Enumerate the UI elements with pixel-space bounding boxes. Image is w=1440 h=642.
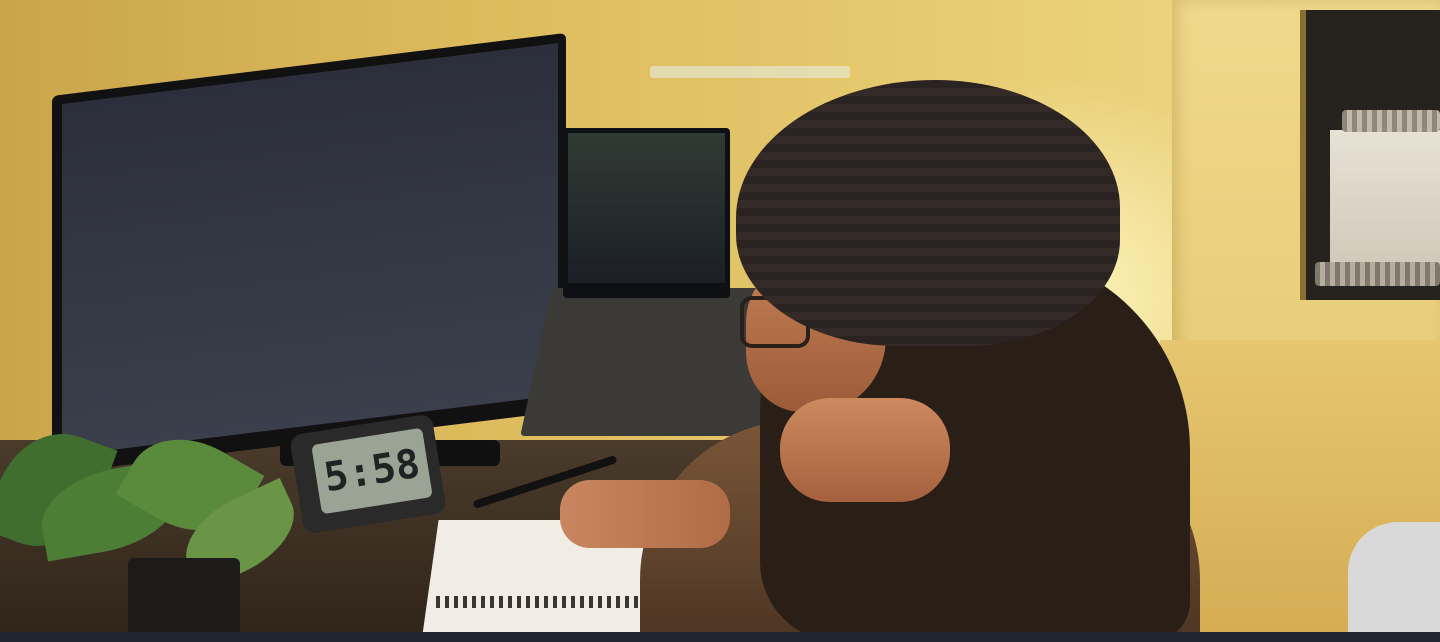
- laptop-display: [568, 133, 725, 283]
- person-arm: [560, 480, 730, 548]
- monitor-screen: [62, 43, 558, 457]
- person-hand: [780, 398, 950, 502]
- scroll-bottom: [1315, 262, 1440, 286]
- knit-beanie: [736, 80, 1120, 346]
- bottom-bar: [0, 632, 1440, 642]
- framed-paper: [1330, 130, 1440, 280]
- scroll-top: [1342, 110, 1440, 132]
- plant-pot: [128, 558, 240, 642]
- photo-scene: 5:58: [0, 0, 1440, 642]
- glass-shelf: [650, 66, 850, 78]
- notebook-spiral: [436, 596, 646, 608]
- chair-back: [1348, 522, 1440, 642]
